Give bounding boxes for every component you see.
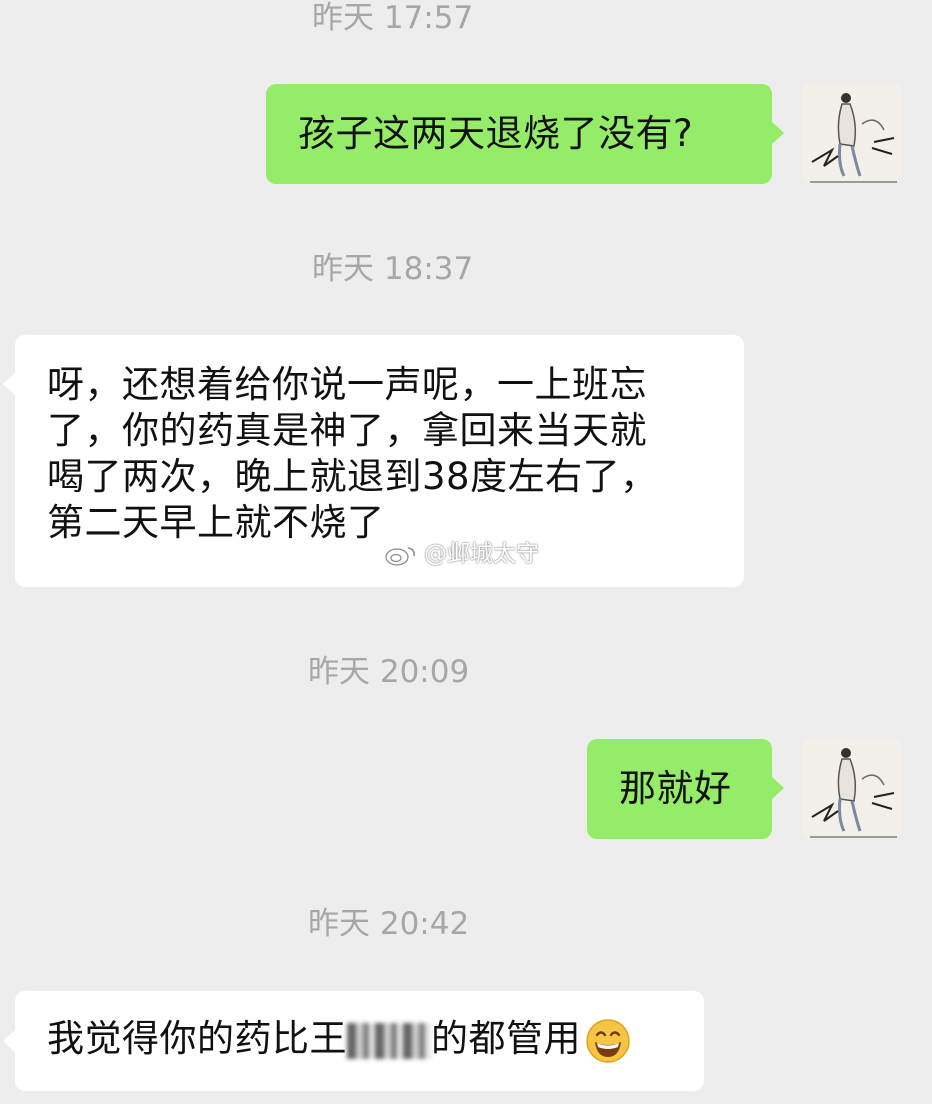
message-bubble[interactable]: 我觉得你的药比王 的都管用: [15, 991, 704, 1091]
bubble-tail: [771, 121, 784, 145]
message-bubble[interactable]: 孩子这两天退烧了没有?: [266, 84, 772, 184]
watermark-text: @邺城太守: [424, 541, 539, 567]
message-bubble[interactable]: 那就好: [587, 739, 772, 839]
weibo-icon: [385, 546, 415, 566]
timestamp: 昨天 20:09: [308, 654, 470, 690]
ink-painting-avatar-image: [802, 84, 902, 184]
timestamp: 昨天 20:42: [308, 906, 470, 942]
my-avatar[interactable]: [802, 739, 902, 839]
message-line: 喝了两次，晚上就退到38度左右了，: [47, 455, 658, 498]
ink-painting-avatar-image: [802, 739, 902, 839]
message-text: 孩子这两天退烧了没有?: [298, 112, 694, 155]
message-line: 呀，还想着给你说一声呢，一上班忘: [47, 363, 647, 406]
message-text: 的都管用: [431, 1017, 581, 1060]
grinning-face-emoji: [586, 1018, 630, 1063]
message-line: 了，你的药真是神了，拿回来当天就: [47, 409, 647, 452]
weibo-watermark: @邺城太守: [384, 540, 539, 568]
message-bubble[interactable]: 呀，还想着给你说一声呢，一上班忘 了，你的药真是神了，拿回来当天就 喝了两次，晚…: [15, 335, 744, 587]
timestamp: 昨天 17:57: [312, 0, 474, 36]
message-text: 那就好: [619, 767, 732, 810]
redacted-text: [347, 1022, 431, 1059]
bubble-tail: [771, 776, 784, 800]
my-avatar[interactable]: [802, 84, 902, 184]
message-text: 我觉得你的药比王: [47, 1017, 347, 1060]
timestamp: 昨天 18:37: [312, 251, 474, 287]
